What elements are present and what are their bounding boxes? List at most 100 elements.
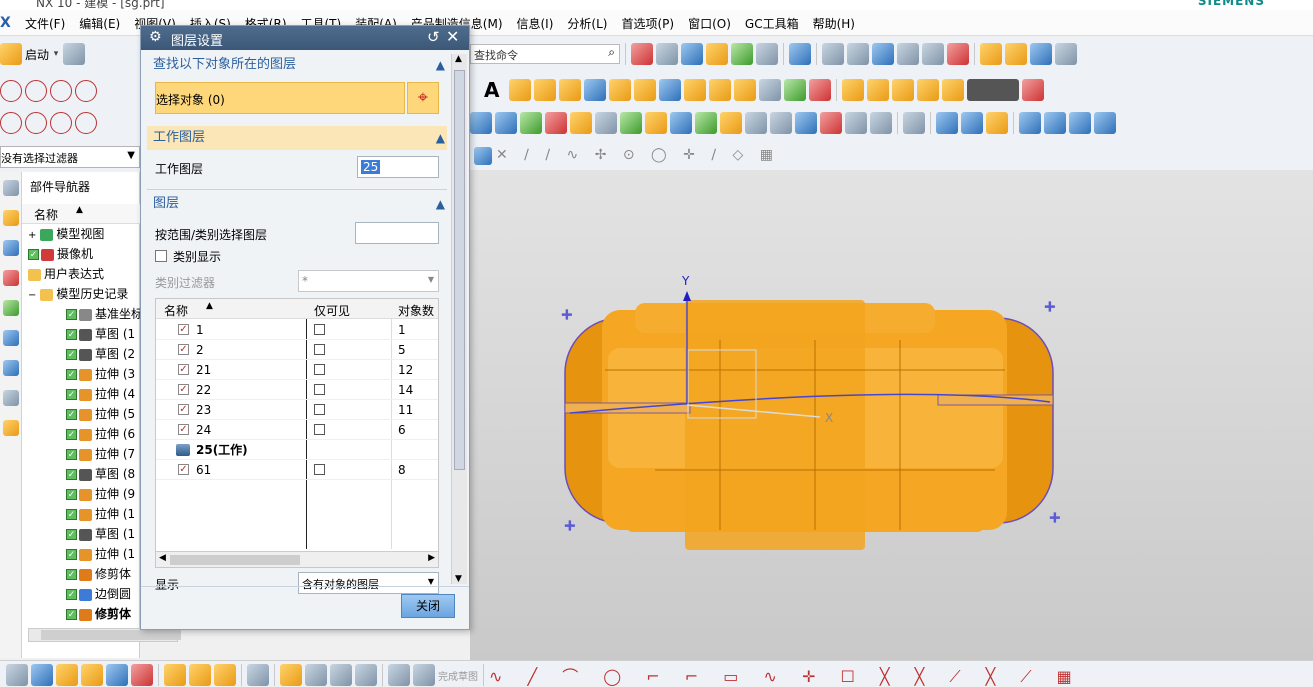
unite-icon[interactable] — [734, 79, 756, 101]
dice2-icon[interactable] — [870, 112, 892, 134]
face-icon[interactable] — [1019, 112, 1041, 134]
arc-icon[interactable] — [50, 80, 72, 102]
layer-selectable-checkbox[interactable]: ✓ — [178, 324, 189, 335]
move-to-layer-icon[interactable] — [872, 43, 894, 65]
line-icon[interactable] — [75, 80, 97, 102]
intersect-icon[interactable] — [784, 79, 806, 101]
assembly2-icon[interactable] — [189, 664, 211, 686]
sphere-icon[interactable] — [584, 79, 606, 101]
sphere-render-icon[interactable] — [695, 112, 717, 134]
text-icon[interactable]: A — [484, 78, 506, 102]
constraint-navigator-icon[interactable] — [2, 270, 19, 286]
sketch-curve-icons[interactable]: ∿ ╱ ⌒ ◯ ⌐ ⌐ ▭ ∿ ✛ ☐ ╳ ╳ ⟋ ╳ ⟋ ▦ — [489, 663, 1082, 687]
layer-selectable-checkbox[interactable]: ✓ — [178, 384, 189, 395]
nav-item[interactable]: ✓ 拉伸 (1 — [66, 544, 135, 564]
category-display-checkbox[interactable] — [155, 250, 167, 262]
nav-item[interactable]: 用户表达式 — [28, 264, 104, 284]
start-icon[interactable] — [0, 43, 22, 65]
shape-icon[interactable] — [75, 112, 97, 134]
extra-icon[interactable] — [1055, 43, 1077, 65]
layer-settings-icon[interactable] — [822, 43, 844, 65]
layer-selectable-checkbox[interactable]: ✓ — [178, 424, 189, 435]
align-icon[interactable] — [330, 664, 352, 686]
checkbox-icon[interactable]: ✓ — [66, 409, 77, 420]
pattern-feature-icon[interactable] — [81, 664, 103, 686]
subtract-icon[interactable] — [759, 79, 781, 101]
color-icon[interactable] — [570, 112, 592, 134]
work-layer-icon[interactable] — [176, 444, 190, 456]
expand-icon[interactable]: − — [28, 290, 36, 301]
copy-to-layer-icon[interactable] — [897, 43, 919, 65]
close-icon[interactable]: ✕ — [446, 27, 459, 46]
visible-only-checkbox[interactable] — [314, 364, 325, 375]
visible-only-checkbox[interactable] — [314, 424, 325, 435]
menu-item[interactable]: 分析(L) — [560, 15, 614, 32]
nav-item[interactable]: ✓ 拉伸 (7 — [66, 444, 135, 464]
feature-icon[interactable] — [56, 664, 78, 686]
fit-view-icon[interactable] — [631, 43, 653, 65]
checkbox-icon[interactable]: ✓ — [66, 349, 77, 360]
polyline-icon[interactable] — [0, 112, 22, 134]
datum-icon[interactable] — [31, 664, 53, 686]
synch-icon[interactable] — [1022, 79, 1044, 101]
cloud-icon[interactable] — [770, 112, 792, 134]
nav-item[interactable]: ✓ 草图 (2 — [66, 344, 135, 364]
checkbox-icon[interactable]: ✓ — [66, 529, 77, 540]
work-layer-input[interactable]: 25 — [357, 156, 439, 178]
checkbox-icon[interactable]: ✓ — [66, 609, 77, 620]
gc-toolbox-icon[interactable] — [1030, 43, 1052, 65]
draft-icon[interactable] — [917, 79, 939, 101]
menu-item[interactable]: 首选项(P) — [614, 15, 681, 32]
face2-icon[interactable] — [1044, 112, 1066, 134]
finish-sketch-button[interactable]: 完成草图 — [438, 668, 478, 683]
cone-icon[interactable] — [559, 79, 581, 101]
checkbox-icon[interactable]: ✓ — [28, 249, 39, 260]
pyramid-icon[interactable] — [645, 112, 667, 134]
visible-only-checkbox[interactable] — [314, 324, 325, 335]
section-view-icon[interactable] — [706, 43, 728, 65]
offset-face-icon[interactable] — [942, 79, 964, 101]
menu-item[interactable]: 窗口(O) — [681, 15, 738, 32]
nav-item[interactable]: ✓ 草图 (1 — [66, 524, 135, 544]
material-icon[interactable] — [595, 112, 617, 134]
offset-icon[interactable] — [214, 664, 236, 686]
curve-icon[interactable] — [25, 112, 47, 134]
checkbox-icon[interactable]: ✓ — [66, 449, 77, 460]
extrude-icon[interactable] — [609, 79, 631, 101]
close-button[interactable]: 关闭 — [401, 594, 455, 618]
snap-icon[interactable] — [980, 43, 1002, 65]
nav-item[interactable]: ✓ 拉伸 (5 — [66, 404, 135, 424]
wcs-icon[interactable] — [922, 43, 944, 65]
nav-item[interactable]: ✓ 草图 (8 — [66, 464, 135, 484]
table-row[interactable]: ✓ 22 14 — [156, 380, 438, 400]
gear-icon[interactable] — [2, 180, 19, 196]
section-work-layer[interactable]: 工作图层 ▲ — [147, 127, 447, 149]
export-icon[interactable] — [986, 112, 1008, 134]
visible-only-checkbox[interactable] — [314, 344, 325, 355]
table-row[interactable]: ✓ 24 6 — [156, 420, 438, 440]
select-object-field[interactable]: 选择对象 (0) — [155, 82, 405, 114]
section-layers[interactable]: 图层 ▲ — [147, 193, 447, 215]
menu-item[interactable]: 编辑(E) — [72, 15, 127, 32]
visible-only-checkbox[interactable] — [314, 384, 325, 395]
trim-body-icon[interactable] — [809, 79, 831, 101]
checkbox-icon[interactable]: ✓ — [66, 429, 77, 440]
assembly-navigator-icon[interactable] — [2, 240, 19, 256]
nav-item[interactable]: − 模型历史记录 — [28, 284, 128, 304]
selection-filter-dropdown[interactable]: 没有选择过滤器 ▼ — [0, 146, 140, 168]
background-icon[interactable] — [756, 43, 778, 65]
combine-icon[interactable] — [164, 664, 186, 686]
measure-icon[interactable] — [947, 43, 969, 65]
command-finder-icon[interactable] — [967, 79, 1019, 101]
snap-cube-icon[interactable] — [474, 147, 492, 165]
face3-icon[interactable] — [1069, 112, 1091, 134]
reuse-library-icon[interactable] — [2, 300, 19, 316]
visible-only-checkbox[interactable] — [314, 464, 325, 475]
menu-item[interactable]: GC工具箱 — [738, 15, 806, 32]
tool-icon[interactable] — [305, 664, 327, 686]
circle-icon[interactable] — [25, 80, 47, 102]
checkbox-icon[interactable]: ✓ — [66, 569, 77, 580]
table-row[interactable]: ✓ 1 1 — [156, 320, 438, 340]
checkbox-icon[interactable]: ✓ — [66, 509, 77, 520]
table-row[interactable]: ✓ 2 5 — [156, 340, 438, 360]
